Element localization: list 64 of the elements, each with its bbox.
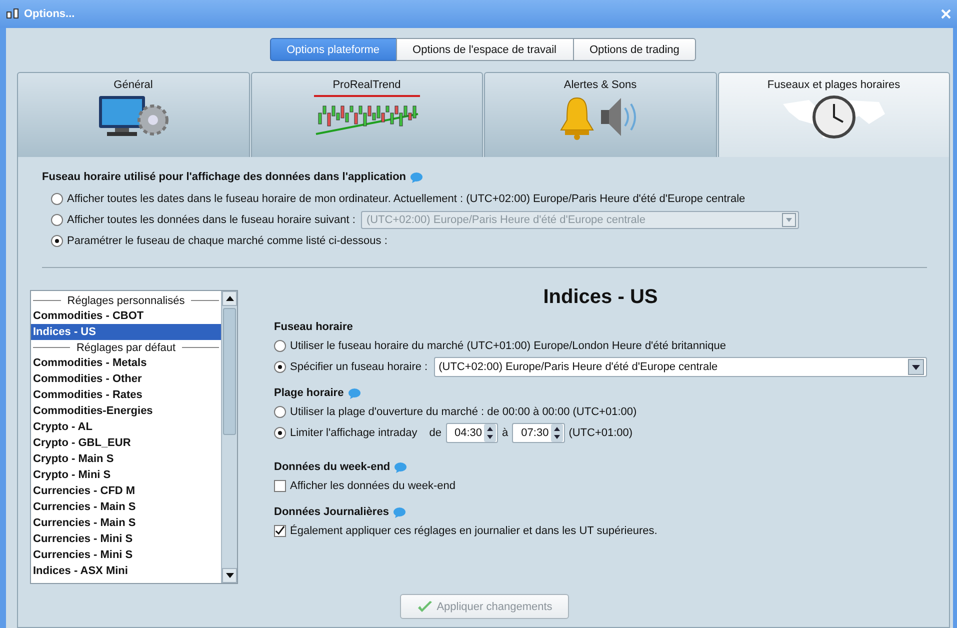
- radio-label: Utiliser la plage d'ouverture du marché : de 00:00 à 00:00 (UTC+01:00): [290, 406, 637, 418]
- category-tab[interactable]: Général: [17, 72, 250, 157]
- section-heading: Fuseau horaire utilisé pour l'affichage des données dans l'application: [42, 171, 406, 183]
- radio-button[interactable]: [274, 360, 286, 372]
- radio-button[interactable]: [274, 340, 286, 352]
- list-group-header: Réglages personnalisés: [67, 294, 185, 306]
- checkbox[interactable]: [274, 480, 286, 492]
- scroll-up-icon[interactable]: [226, 296, 234, 301]
- checkbox[interactable]: [274, 524, 286, 536]
- radio-button[interactable]: [274, 406, 286, 418]
- checkmark-icon: [416, 600, 433, 612]
- market-list-item[interactable]: Indices - ASX Mini: [31, 563, 221, 579]
- radio-button[interactable]: [51, 192, 63, 204]
- checkbox-label: Également appliquer ces réglages en journalier et dans les UT supérieures.: [290, 524, 658, 536]
- checkbox-label: Afficher les données du week-end: [290, 480, 456, 492]
- timezone-label: (UTC+01:00): [568, 426, 633, 438]
- market-title: Indices - US: [542, 286, 659, 309]
- trend-chart-icon: [312, 94, 422, 138]
- options-tab[interactable]: Options de l'espace de travail: [396, 38, 574, 61]
- time-spinner[interactable]: 07:30: [512, 422, 565, 442]
- radio-label: Paramétrer le fuseau de chaque marché comme listé ci-dessous :: [67, 234, 388, 246]
- market-list-item[interactable]: Commodities-Energies: [31, 403, 221, 419]
- options-tab[interactable]: Options de trading: [572, 38, 696, 61]
- close-icon[interactable]: [941, 9, 951, 19]
- category-tab[interactable]: Fuseaux et plages horaires: [718, 72, 950, 157]
- time-spinner[interactable]: 04:30: [446, 422, 498, 442]
- radio-label: Spécifier un fuseau horaire :: [290, 360, 428, 372]
- market-list-item[interactable]: Currencies - Mini S: [31, 531, 221, 547]
- category-tab[interactable]: Alertes & Sons: [484, 72, 716, 157]
- radio-label: Afficher toutes les dates dans le fuseau horaire de mon ordinateur. Actuellement : (UTC+02:00) Europe/Paris Heure d'été d'Europe centrale: [67, 192, 746, 204]
- section-heading: Données du week-end: [274, 461, 390, 473]
- market-list-item[interactable]: Commodities - Metals: [31, 355, 221, 371]
- radio-button[interactable]: [51, 234, 63, 246]
- market-list-item[interactable]: Currencies - Mini S: [31, 547, 221, 563]
- market-list-item[interactable]: Currencies - Main S: [31, 515, 221, 531]
- radio-label: Limiter l'affichage intraday: [290, 426, 418, 438]
- section-heading: Plage horaire: [274, 387, 344, 399]
- section-heading: Données Journalières: [274, 506, 389, 518]
- section-heading: Fuseau horaire: [274, 321, 353, 333]
- market-list-item[interactable]: Commodities - Other: [31, 371, 221, 387]
- category-tab[interactable]: ProRealTrend: [250, 72, 483, 157]
- range-label: de: [429, 426, 442, 438]
- market-list-item[interactable]: Currencies - CFD M: [31, 483, 221, 499]
- market-list-item[interactable]: Currencies - Main S: [31, 499, 221, 515]
- market-list-item[interactable]: Crypto - GBL_EUR: [31, 435, 221, 451]
- radio-label: Utiliser le fuseau horaire du marché (UTC+01:00) Europe/London Heure d'été britannique: [290, 340, 726, 352]
- market-list-item[interactable]: Indices - US: [31, 324, 221, 340]
- radio-button[interactable]: [51, 214, 63, 226]
- market-list-item[interactable]: Crypto - Mini S: [31, 467, 221, 483]
- timezone-dropdown[interactable]: (UTC+02:00) Europe/Paris Heure d'été d'Europe centrale: [434, 356, 927, 376]
- spinner-arrows-icon[interactable]: [484, 424, 496, 442]
- candlestick-icon: [6, 7, 20, 21]
- market-list-item[interactable]: Commodities - CBOT: [31, 308, 221, 324]
- radio-button[interactable]: [274, 426, 286, 438]
- market-list-item[interactable]: Crypto - Main S: [31, 451, 221, 467]
- range-label: à: [502, 426, 508, 438]
- window-title: Options...: [24, 8, 75, 20]
- market-list-item[interactable]: Crypto - AL: [31, 419, 221, 435]
- scrollbar[interactable]: [221, 291, 237, 583]
- radio-label: Afficher toutes les données dans le fuseau horaire suivant :: [67, 214, 356, 226]
- list-group-header: Réglages par défaut: [76, 342, 176, 354]
- spinner-arrows-icon[interactable]: [550, 424, 563, 442]
- market-list-item[interactable]: Commodities - Rates: [31, 387, 221, 403]
- scroll-down-icon[interactable]: [226, 573, 234, 578]
